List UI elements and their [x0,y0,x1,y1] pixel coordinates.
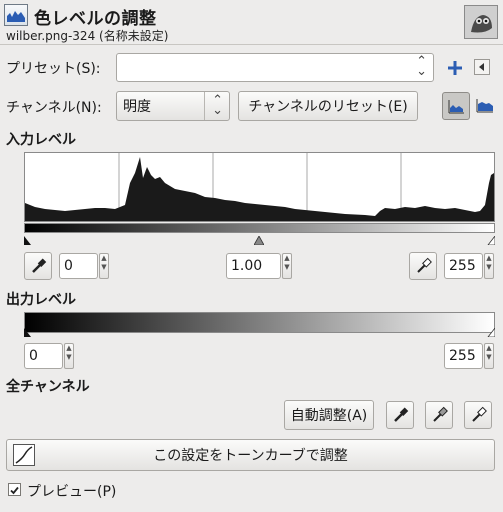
eyedropper-icon [472,406,487,422]
curves-icon [13,444,35,466]
preset-menu-icon[interactable] [474,59,490,75]
input-high-handle[interactable] [487,233,496,246]
header-separator [0,44,503,45]
checkmark-icon [10,486,19,495]
dialog-title: 色レベルの調整 [34,9,157,29]
input-levels-title: 入力レベル [6,132,76,148]
output-levels-title: 出力レベル [6,292,76,308]
input-high-field[interactable]: 255 [444,253,483,279]
pick-white-all-button[interactable] [464,401,492,429]
preview-label[interactable]: プレビュー(P) [27,481,116,501]
eyedropper-icon [417,257,432,273]
linear-histogram-toggle[interactable] [442,92,470,120]
input-gamma-spinner[interactable]: ▲ ▼ [282,253,292,279]
input-high-spinner[interactable]: ▲ ▼ [484,253,494,279]
output-high-spinner[interactable]: ▲ ▼ [484,343,494,369]
image-name: wilber.png-324 (名称未設定) [6,29,169,43]
all-channels-title: 全チャンネル [6,379,90,395]
combo-arrows-icon: ⌃ ⌄ [212,93,223,118]
pick-white-point-button[interactable] [409,252,437,280]
log-histogram-toggle[interactable] [474,94,496,116]
combo-arrows-icon: ⌃ ⌄ [416,54,427,79]
channel-value: 明度 [123,99,151,115]
input-gamma-value: 1.00 [231,258,263,274]
levels-tool-icon [4,4,28,26]
input-low-spinner[interactable]: ▲ ▼ [99,253,109,279]
channel-label: チャンネル(N): [6,100,102,116]
preview-checkbox[interactable] [8,483,21,496]
output-low-value: 0 [29,348,38,364]
input-gradient-bar [24,223,495,233]
edit-as-curves-label: この設定をトーンカーブで調整 [153,448,348,464]
pick-gray-all-button[interactable] [425,401,453,429]
input-gamma-handle[interactable] [253,233,265,246]
output-low-field[interactable]: 0 [24,343,63,369]
eyedropper-icon [394,407,409,422]
output-low-handle[interactable] [24,325,32,337]
input-low-handle[interactable] [24,233,32,245]
output-low-spinner[interactable]: ▲ ▼ [64,343,74,369]
channel-select-divider [204,92,205,120]
input-gamma-field[interactable]: 1.00 [226,253,281,279]
channel-select[interactable]: 明度 ⌃ ⌄ [116,91,230,121]
edit-as-curves-button[interactable]: この設定をトーンカーブで調整 [6,439,495,471]
output-high-field[interactable]: 255 [444,343,483,369]
eyedropper-icon [32,258,47,273]
output-gradient-bar [24,312,495,333]
input-high-value: 255 [449,258,476,274]
output-high-handle[interactable] [487,325,496,338]
presets-label: プリセット(S): [6,61,101,77]
histogram [24,152,495,222]
reset-channel-button[interactable]: チャンネルのリセット(E) [238,91,418,121]
pick-black-point-button[interactable] [24,252,52,280]
levels-dialog: 色レベルの調整 wilber.png-324 (名称未設定) プリセット(S):… [0,0,503,512]
presets-combo[interactable]: ⌃ ⌄ [116,53,434,82]
output-high-value: 255 [449,348,476,364]
eyedropper-icon [433,406,448,422]
add-preset-icon[interactable] [445,58,465,78]
image-thumbnail [464,5,498,39]
pick-black-all-button[interactable] [386,401,414,429]
input-low-field[interactable]: 0 [59,253,98,279]
input-low-value: 0 [64,258,73,274]
auto-adjust-button[interactable]: 自動調整(A) [284,400,374,430]
